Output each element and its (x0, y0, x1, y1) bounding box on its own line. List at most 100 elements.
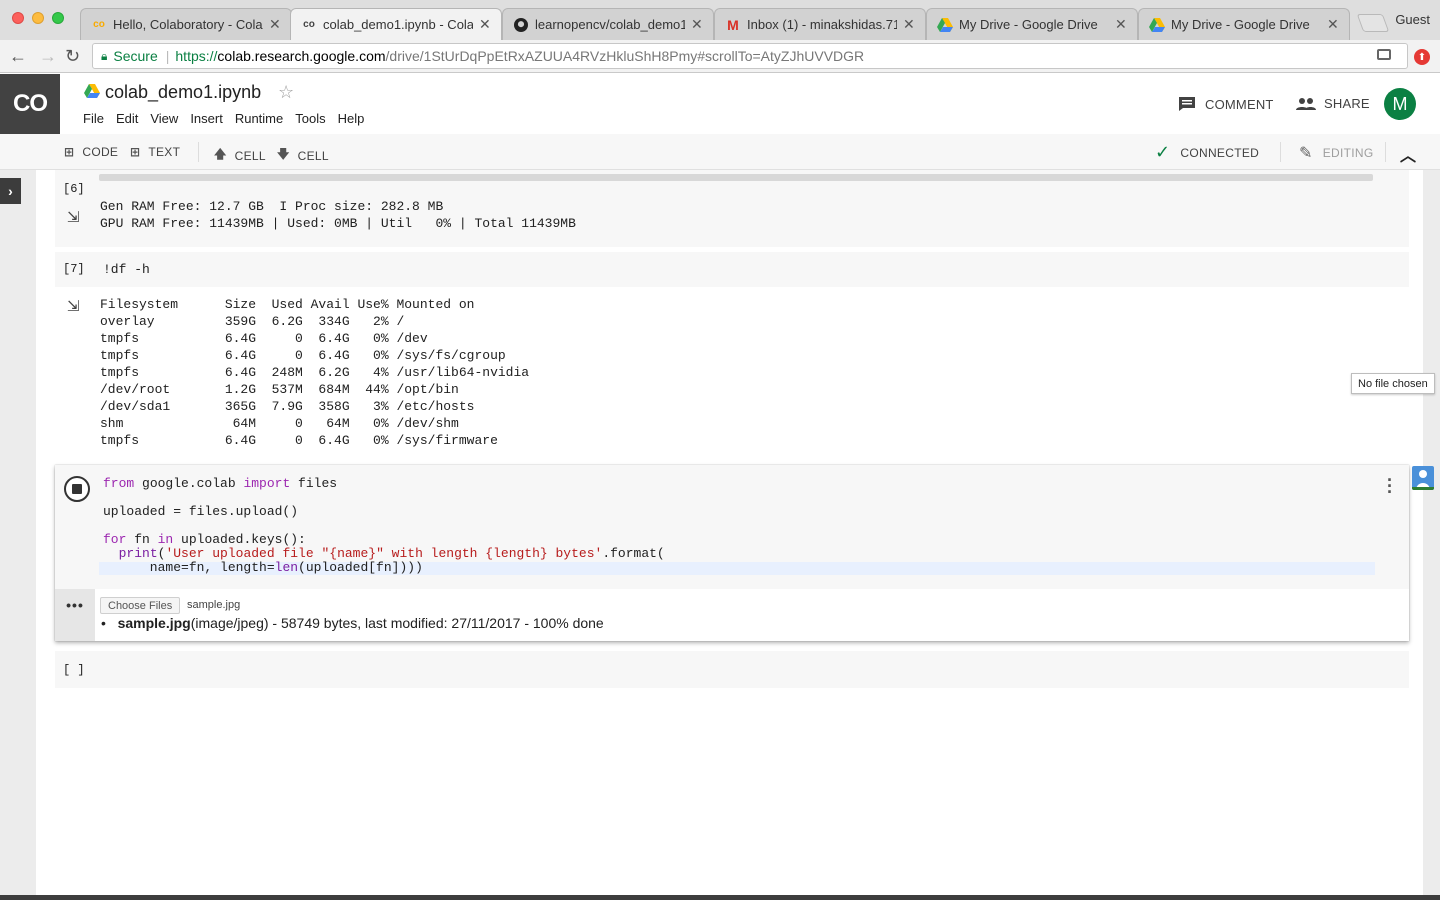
cell-code[interactable]: !df -h (103, 261, 150, 278)
person-head (1419, 470, 1427, 478)
menu-runtime[interactable]: Runtime (235, 111, 283, 126)
horizontal-scrollbar[interactable] (99, 174, 1373, 181)
cell-output: Filesystem Size Used Avail Use% Mounted … (100, 297, 530, 448)
comment-label: COMMENT (1205, 96, 1274, 112)
code-cell-8[interactable]: · · · from google.colab import files uploa… (55, 465, 1409, 641)
tab-title: My Drive - Google Drive (959, 17, 1098, 32)
menu-view[interactable]: View (150, 111, 178, 126)
code-token: 'User uploaded file "{name}" with length… (165, 546, 603, 561)
output-ellipsis-icon[interactable]: ••• (55, 589, 95, 641)
menu-bar: File Edit View Insert Runtime Tools Help (83, 111, 376, 126)
connected-label: CONNECTED (1180, 145, 1260, 160)
browser-tab-hello-colab[interactable]: co Hello, Colaboratory - Colab ✕ (80, 8, 292, 40)
code-cell-7[interactable] (55, 252, 1409, 287)
tab-title: colab_demo1.ipynb - Colabo (323, 17, 473, 32)
browser-tab-strip: co Hello, Colaboratory - Colab ✕ co cola… (0, 0, 1440, 40)
star-icon[interactable]: ☆ (278, 82, 294, 103)
choose-files-button[interactable]: Choose Files (100, 597, 181, 614)
move-cell-up-button[interactable]: 🡅 CELL (214, 145, 266, 166)
notebook-title[interactable]: colab_demo1.ipynb (105, 82, 261, 103)
add-code-button[interactable]: ⊞ CODE (64, 145, 118, 159)
move-cell-down-label: CELL (297, 148, 329, 163)
more-vert-icon[interactable]: · · · (1385, 471, 1395, 501)
add-text-button[interactable]: ⊞ TEXT (130, 145, 180, 159)
add-text-label: TEXT (148, 145, 181, 159)
code-token: for (103, 532, 127, 547)
add-code-label: CODE (82, 145, 119, 159)
cell-exec-count: [ ] (63, 663, 85, 677)
chevron-right-icon[interactable]: › (0, 178, 21, 204)
share-button[interactable]: SHARE (1296, 96, 1370, 111)
browser-tab-drive-2[interactable]: My Drive - Google Drive ✕ (1138, 8, 1350, 40)
github-icon (513, 17, 529, 33)
stop-icon (72, 484, 82, 494)
browser-toolbar: ← → ↻ 🔒︎ Secure | https:// colab.researc… (0, 40, 1440, 73)
chevron-up-icon[interactable]: ︿ (1400, 142, 1416, 166)
window-close-button[interactable] (12, 12, 24, 24)
avatar[interactable]: M (1384, 88, 1416, 120)
browser-tab-colab-demo[interactable]: co colab_demo1.ipynb - Colabo ✕ (290, 8, 502, 40)
close-icon[interactable]: ✕ (1327, 16, 1341, 33)
code-token: import (243, 476, 291, 491)
arrow-down-icon: 🡇 (277, 147, 290, 161)
reload-icon[interactable]: ↻ (65, 46, 80, 67)
browser-tab-drive-1[interactable]: My Drive - Google Drive ✕ (926, 8, 1138, 40)
close-icon[interactable]: ✕ (691, 16, 705, 33)
close-icon[interactable]: ✕ (269, 16, 283, 33)
comment-button[interactable]: COMMENT (1178, 96, 1274, 112)
cast-icon[interactable] (1377, 49, 1391, 60)
connection-status[interactable]: ✓ CONNECTED (1155, 142, 1259, 163)
right-gutter (1423, 170, 1440, 900)
menu-help[interactable]: Help (338, 111, 365, 126)
lock-icon: 🔒︎ (101, 48, 108, 63)
forward-arrow-icon[interactable]: → (39, 46, 57, 67)
cell-output: Gen RAM Free: 12.7 GB I Proc size: 282.8… (100, 199, 576, 231)
code-editor[interactable]: · · · from google.colab import files uploa… (55, 465, 1409, 589)
tooltip: No file chosen (1351, 373, 1435, 394)
cell-code[interactable]: from google.colab import files uploaded … (103, 477, 665, 575)
profile-label[interactable]: Guest (1395, 12, 1430, 27)
url-scheme: https:// (175, 48, 218, 64)
editing-mode-button[interactable]: ✎ EDITING (1299, 143, 1374, 163)
colab-logo[interactable]: CO (0, 74, 60, 134)
code-token: fn (126, 532, 158, 547)
cell-exec-count: [7] (63, 262, 85, 276)
menu-tools[interactable]: Tools (295, 111, 325, 126)
editing-label: EDITING (1322, 146, 1374, 160)
code-cell-9[interactable] (55, 651, 1409, 688)
person-icon[interactable] (1412, 466, 1434, 490)
browser-tab-github[interactable]: learnopencv/colab_demo1.ip ✕ (502, 8, 714, 40)
close-icon[interactable]: ✕ (903, 16, 917, 33)
address-bar[interactable]: 🔒︎ Secure | https:// colab.research.goog… (92, 43, 1408, 69)
code-token: print (118, 546, 158, 561)
window-minimize-button[interactable] (32, 12, 44, 24)
extension-icon[interactable]: ⬆ (1414, 49, 1430, 65)
upload-detail: (image/jpeg) - 58749 bytes, last modifie… (190, 615, 604, 631)
close-icon[interactable]: ✕ (479, 16, 493, 33)
notebook-toolbar: ⊞ CODE ⊞ TEXT 🡅 CELL 🡇 CELL ✓ CONNECTED … (0, 134, 1440, 170)
toolbar-divider (1385, 142, 1386, 162)
arrow-up-icon: 🡅 (214, 147, 227, 161)
window-zoom-button[interactable] (52, 12, 64, 24)
move-cell-down-button[interactable]: 🡇 CELL (277, 145, 329, 166)
share-label: SHARE (1324, 96, 1370, 111)
code-token: google.colab (134, 476, 244, 491)
close-icon[interactable]: ✕ (1115, 16, 1129, 33)
chosen-file-name: sample.jpg (187, 599, 241, 611)
back-arrow-icon[interactable]: ← (9, 46, 27, 67)
menu-insert[interactable]: Insert (190, 111, 223, 126)
browser-tab-gmail[interactable]: M Inbox (1) - minakshidas.718 ✕ (714, 8, 926, 40)
new-tab-button[interactable] (1356, 14, 1390, 32)
stop-execution-button[interactable] (64, 476, 90, 502)
drive-icon[interactable] (84, 84, 100, 98)
tab-title: learnopencv/colab_demo1.ip (535, 17, 685, 32)
menu-edit[interactable]: Edit (116, 111, 138, 126)
code-token: .format( (602, 546, 665, 561)
colab-icon: co (303, 19, 315, 30)
menu-file[interactable]: File (83, 111, 104, 126)
tab-title: Inbox (1) - minakshidas.718 (747, 17, 897, 32)
drive-icon (1149, 17, 1165, 33)
code-token: uploaded.keys(): (173, 532, 306, 547)
colab-icon: co (93, 19, 105, 30)
